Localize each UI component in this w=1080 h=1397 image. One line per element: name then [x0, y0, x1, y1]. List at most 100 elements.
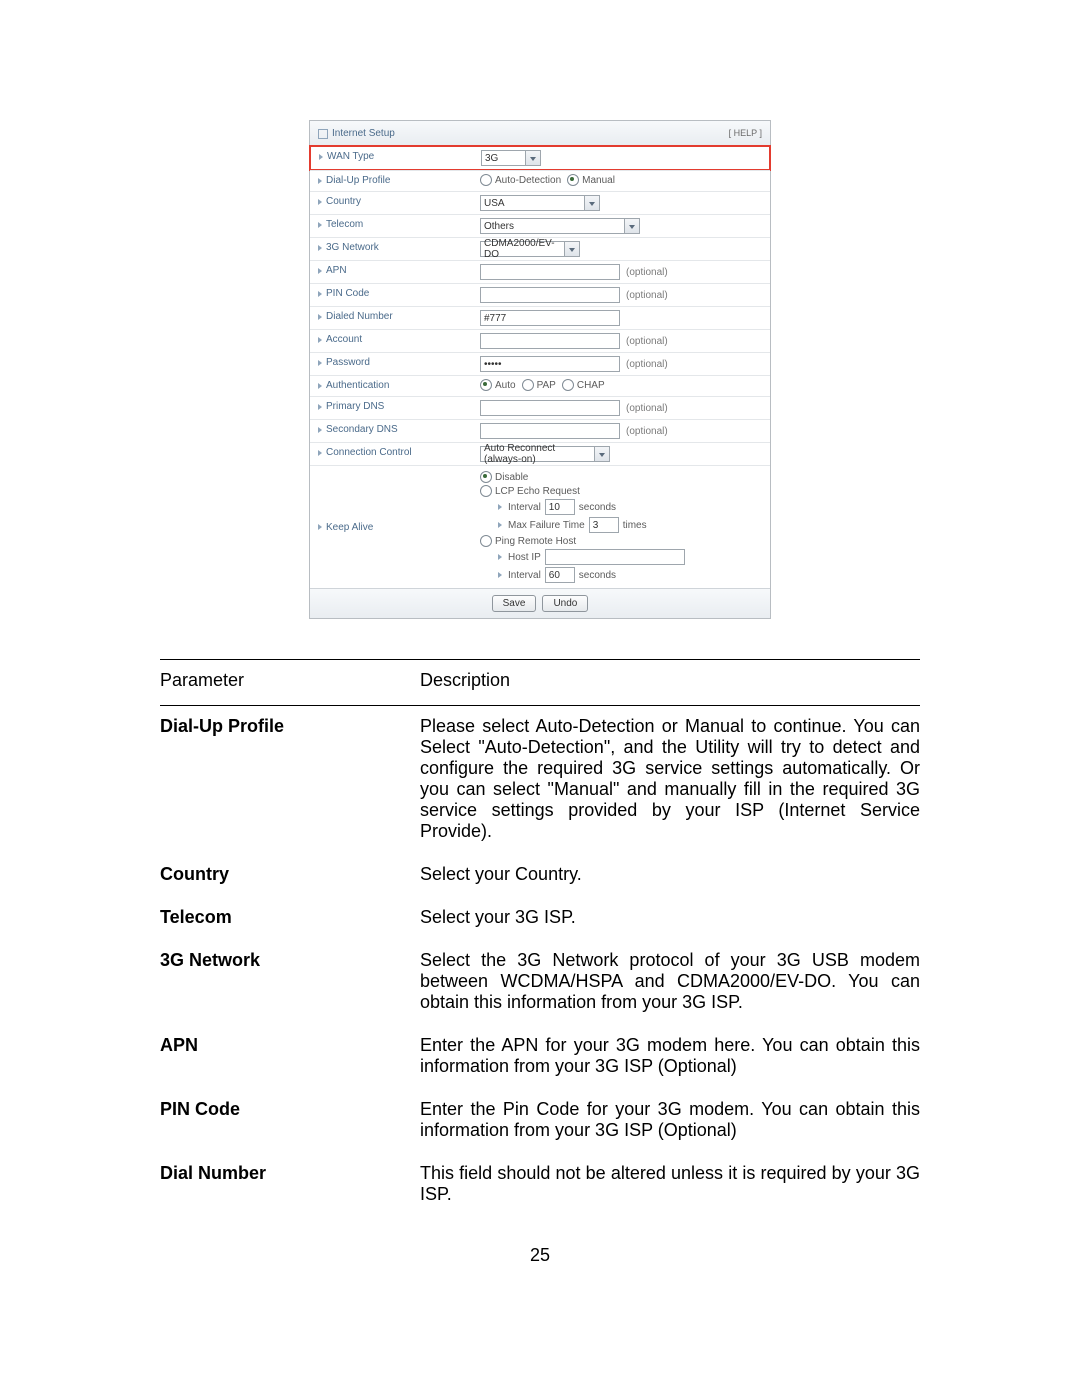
ka-interval2-unit: seconds [579, 570, 616, 581]
dialed-label: Dialed Number [326, 311, 393, 322]
row-dialed-number: Dialed Number #777 [310, 306, 770, 329]
country-select[interactable]: USA [480, 195, 600, 211]
row-primary-dns: Primary DNS (optional) [310, 396, 770, 419]
panel-header: Internet Setup [ HELP ] [310, 121, 770, 146]
parameter-table: Parameter Description Dial-Up Profile Pl… [160, 659, 920, 1205]
row-keep-alive: Keep Alive Disable LCP Echo Request Inte… [310, 465, 770, 588]
ka-interval2-label: Interval [508, 570, 541, 581]
table-row: Dial Number This field should not be alt… [160, 1163, 920, 1205]
param-desc: Enter the APN for your 3G modem here. Yo… [420, 1035, 920, 1077]
wan-type-label: WAN Type [327, 151, 374, 162]
apn-optional: (optional) [626, 267, 668, 278]
param-name: PIN Code [160, 1099, 420, 1141]
table-row: 3G Network Select the 3G Network protoco… [160, 950, 920, 1013]
ka-maxfail-unit: times [623, 520, 647, 531]
panel-footer: Save Undo [310, 588, 770, 618]
row-country: Country USA [310, 191, 770, 214]
table-head-parameter: Parameter [160, 670, 420, 691]
auth-pap-radio[interactable]: PAP [522, 379, 556, 391]
row-connection-control: Connection Control Auto Reconnect (alway… [310, 442, 770, 465]
param-desc: Select your 3G ISP. [420, 907, 920, 928]
row-3g-network: 3G Network CDMA2000/EV-DO [310, 237, 770, 260]
dialup-auto-radio[interactable]: Auto-Detection [480, 174, 561, 186]
pdns-label: Primary DNS [326, 401, 384, 412]
table-row: Dial-Up Profile Please select Auto-Detec… [160, 716, 920, 842]
dialup-label: Dial-Up Profile [326, 175, 390, 186]
ka-hostip-input[interactable] [545, 549, 685, 565]
apn-input[interactable] [480, 264, 620, 280]
ka-ping-radio[interactable]: Ping Remote Host [480, 535, 685, 547]
ka-maxfail-label: Max Failure Time [508, 520, 585, 531]
panel-title: Internet Setup [332, 128, 729, 139]
param-desc: Select your Country. [420, 864, 920, 885]
undo-button[interactable]: Undo [542, 595, 588, 612]
auth-chap-radio[interactable]: CHAP [562, 379, 605, 391]
row-pin: PIN Code (optional) [310, 283, 770, 306]
sdns-input[interactable] [480, 423, 620, 439]
wan-type-select[interactable]: 3G [481, 150, 541, 166]
telecom-select[interactable]: Others [480, 218, 640, 234]
sdns-optional: (optional) [626, 426, 668, 437]
account-input[interactable] [480, 333, 620, 349]
conn-select[interactable]: Auto Reconnect (always-on) [480, 446, 610, 462]
ka-interval2-input[interactable]: 60 [545, 567, 575, 583]
network3g-label: 3G Network [326, 242, 379, 253]
account-optional: (optional) [626, 336, 668, 347]
ka-maxfail-input[interactable]: 3 [589, 517, 619, 533]
param-name: APN [160, 1035, 420, 1077]
param-desc: Enter the Pin Code for your 3G modem. Yo… [420, 1099, 920, 1141]
country-label: Country [326, 196, 361, 207]
sdns-label: Secondary DNS [326, 424, 398, 435]
auth-label: Authentication [326, 380, 389, 391]
account-label: Account [326, 334, 362, 345]
row-apn: APN (optional) [310, 260, 770, 283]
pin-label: PIN Code [326, 288, 369, 299]
row-account: Account (optional) [310, 329, 770, 352]
param-name: Telecom [160, 907, 420, 928]
row-password: Password ••••• (optional) [310, 352, 770, 375]
conn-label: Connection Control [326, 447, 412, 458]
apn-label: APN [326, 265, 347, 276]
table-row: PIN Code Enter the Pin Code for your 3G … [160, 1099, 920, 1141]
help-link[interactable]: [ HELP ] [729, 128, 762, 138]
param-name: Dial-Up Profile [160, 716, 420, 842]
password-label: Password [326, 357, 370, 368]
page-number: 25 [0, 1245, 1080, 1266]
auth-auto-radio[interactable]: Auto [480, 379, 516, 391]
row-secondary-dns: Secondary DNS (optional) [310, 419, 770, 442]
ka-lcp-radio[interactable]: LCP Echo Request [480, 485, 685, 497]
ka-interval-input[interactable]: 10 [545, 499, 575, 515]
row-dialup-profile: Dial-Up Profile Auto-Detection Manual [310, 170, 770, 191]
table-row: Telecom Select your 3G ISP. [160, 907, 920, 928]
row-wan-type: WAN Type 3G [309, 145, 771, 171]
param-desc: Please select Auto-Detection or Manual t… [420, 716, 920, 842]
pdns-optional: (optional) [626, 403, 668, 414]
ka-disable-radio[interactable]: Disable [480, 471, 685, 483]
param-desc: Select the 3G Network protocol of your 3… [420, 950, 920, 1013]
telecom-label: Telecom [326, 219, 363, 230]
param-name: Dial Number [160, 1163, 420, 1205]
ka-interval-label: Interval [508, 502, 541, 513]
network3g-select[interactable]: CDMA2000/EV-DO [480, 241, 580, 257]
password-input[interactable]: ••••• [480, 356, 620, 372]
password-optional: (optional) [626, 359, 668, 370]
save-button[interactable]: Save [492, 595, 537, 612]
param-name: Country [160, 864, 420, 885]
ka-hostip-label: Host IP [508, 552, 541, 563]
param-desc: This field should not be altered unless … [420, 1163, 920, 1205]
dialed-input[interactable]: #777 [480, 310, 620, 326]
keepalive-label: Keep Alive [326, 522, 373, 533]
row-authentication: Authentication Auto PAP CHAP [310, 375, 770, 396]
row-telecom: Telecom Others [310, 214, 770, 237]
ka-interval-unit: seconds [579, 502, 616, 513]
table-row: APN Enter the APN for your 3G modem here… [160, 1035, 920, 1077]
table-row: Country Select your Country. [160, 864, 920, 885]
panel-icon [318, 129, 328, 139]
config-screenshot: Internet Setup [ HELP ] WAN Type 3G Dial… [0, 0, 1080, 619]
pin-optional: (optional) [626, 290, 668, 301]
dialup-manual-radio[interactable]: Manual [567, 174, 615, 186]
table-head-description: Description [420, 670, 920, 691]
pdns-input[interactable] [480, 400, 620, 416]
param-name: 3G Network [160, 950, 420, 1013]
pin-input[interactable] [480, 287, 620, 303]
